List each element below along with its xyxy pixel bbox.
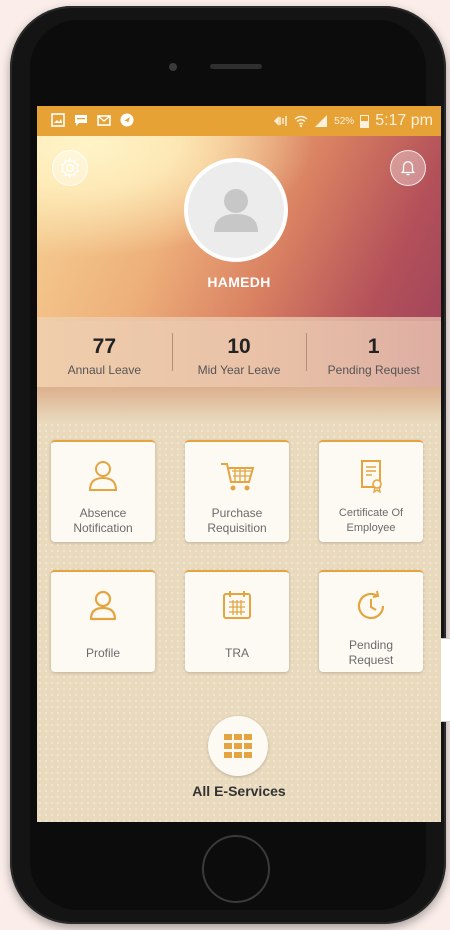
stat-value: 10 [227, 335, 251, 358]
gallery-icon [51, 113, 65, 127]
service-label: Certificate Of Employee [338, 507, 404, 534]
user-name: HAMEDH [207, 274, 271, 290]
shopping-cart-icon [221, 463, 255, 491]
navigation-icon [120, 113, 134, 127]
camera-icon [169, 63, 177, 71]
mute-icon [274, 116, 287, 126]
avatar[interactable] [184, 158, 288, 262]
system-status: 52% 5:17 pm [274, 112, 433, 130]
signal-icon [315, 115, 328, 127]
notification-icons [51, 113, 134, 127]
home-button[interactable] [202, 835, 270, 903]
user-placeholder-icon [214, 189, 258, 232]
service-profile[interactable]: Profile [51, 570, 155, 672]
stat-label: Pending Request [327, 363, 420, 377]
stat-annual-leave[interactable]: 77 Annaul Leave [37, 317, 172, 387]
services-grid: Absence Notification Purchase Requisitio… [37, 422, 441, 822]
stat-pending-request[interactable]: 1 Pending Request [306, 317, 441, 387]
service-certificate-of-employee[interactable]: Certificate Of Employee [319, 440, 423, 542]
service-label: Purchase Requisition [207, 506, 267, 535]
notifications-button[interactable] [390, 150, 426, 186]
all-e-services-button[interactable] [208, 716, 268, 776]
person-icon [89, 590, 117, 621]
profile-header: HAMEDH [37, 136, 441, 321]
gear-icon [60, 157, 80, 179]
service-tra[interactable]: TRA [185, 570, 289, 672]
service-pending-request[interactable]: Pending Request [319, 570, 423, 672]
wifi-icon [294, 115, 308, 128]
bell-icon [400, 161, 416, 176]
header-fade [37, 387, 441, 422]
status-bar: 52% 5:17 pm [37, 106, 441, 136]
app-screen: 52% 5:17 pm HAMEDH 77 Annaul Leave 10 Mi… [37, 106, 441, 822]
grid-icon [224, 734, 252, 758]
stat-label: Mid Year Leave [197, 363, 281, 377]
chat-icon [75, 115, 87, 126]
mail-icon [97, 115, 111, 126]
leave-stats: 77 Annaul Leave 10 Mid Year Leave 1 Pend… [37, 317, 441, 387]
service-purchase-requisition[interactable]: Purchase Requisition [185, 440, 289, 542]
all-e-services-label[interactable]: All E-Services [37, 783, 441, 799]
stat-value: 1 [367, 335, 380, 358]
battery-percentage: 52% [334, 115, 355, 127]
stat-label: Annaul Leave [67, 363, 142, 377]
person-outline-icon [88, 461, 118, 491]
service-label: Pending Request [348, 638, 394, 667]
service-label: Absence Notification [73, 506, 133, 535]
speaker-grille [210, 64, 262, 69]
certificate-icon [361, 460, 382, 494]
service-absence-notification[interactable]: Absence Notification [51, 440, 155, 542]
clock-time: 5:17 pm [375, 112, 433, 129]
settings-button[interactable] [52, 150, 88, 186]
stat-value: 77 [92, 335, 117, 358]
clock-icon [357, 590, 385, 620]
battery-icon [360, 115, 370, 128]
calendar-icon [223, 591, 251, 619]
service-label: Profile [85, 646, 120, 660]
stat-mid-year-leave[interactable]: 10 Mid Year Leave [171, 317, 307, 387]
service-label: TRA [225, 646, 249, 660]
